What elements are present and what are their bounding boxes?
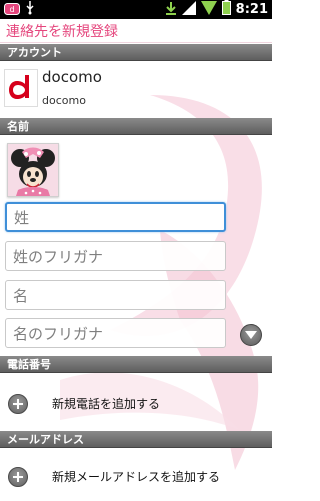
- last-name-placeholder: 姓: [14, 208, 30, 227]
- download-icon: [165, 0, 177, 19]
- add-email-row[interactable]: 新規メールアドレスを追加する: [0, 453, 272, 501]
- phone-section-label: 電話番号: [7, 358, 51, 371]
- first-name-input[interactable]: 名: [5, 280, 226, 310]
- contact-photo-button[interactable]: [7, 143, 59, 197]
- add-email-plus-icon: [8, 467, 28, 487]
- page-title: 連絡先を新規登録: [6, 23, 118, 40]
- add-phone-plus-icon: [8, 394, 28, 414]
- expand-name-fields-button[interactable]: [240, 324, 262, 346]
- clock: 8:21: [235, 2, 268, 17]
- add-phone-row[interactable]: 新規電話を追加する: [0, 378, 272, 426]
- account-section-label: アカウント: [7, 46, 62, 59]
- email-section-label: メールアドレス: [7, 433, 84, 446]
- minnie-avatar-icon: [8, 144, 58, 196]
- usb-icon: [25, 0, 35, 19]
- last-name-input[interactable]: 姓: [5, 202, 226, 232]
- email-section-header: メールアドレス: [0, 431, 272, 448]
- first-name-kana-placeholder: 名のフリガナ: [13, 324, 104, 343]
- status-bar: d 8:21: [0, 0, 272, 19]
- last-name-kana-input[interactable]: 姓のフリガナ: [5, 241, 226, 271]
- name-section-label: 名前: [7, 120, 29, 133]
- notification-icon: d: [4, 0, 20, 19]
- add-phone-label: 新規電話を追加する: [52, 397, 161, 411]
- account-name: docomo: [42, 68, 102, 86]
- docomo-logo: [4, 69, 38, 107]
- account-row[interactable]: docomo docomo: [0, 61, 272, 117]
- name-section-header: 名前: [0, 118, 272, 135]
- add-email-label: 新規メールアドレスを追加する: [52, 470, 221, 484]
- last-name-kana-placeholder: 姓のフリガナ: [13, 247, 104, 266]
- account-section-header: アカウント: [0, 44, 272, 61]
- phone-section-header: 電話番号: [0, 356, 272, 373]
- signal-icon: [181, 0, 196, 19]
- battery-icon: [221, 0, 231, 19]
- svg-text:d: d: [9, 5, 14, 14]
- chevron-down-icon: [245, 331, 257, 339]
- account-type: docomo: [42, 94, 86, 107]
- wifi-icon: [200, 0, 217, 19]
- first-name-kana-input[interactable]: 名のフリガナ: [5, 318, 226, 348]
- title-bar: 連絡先を新規登録: [0, 19, 272, 43]
- first-name-placeholder: 名: [13, 286, 29, 305]
